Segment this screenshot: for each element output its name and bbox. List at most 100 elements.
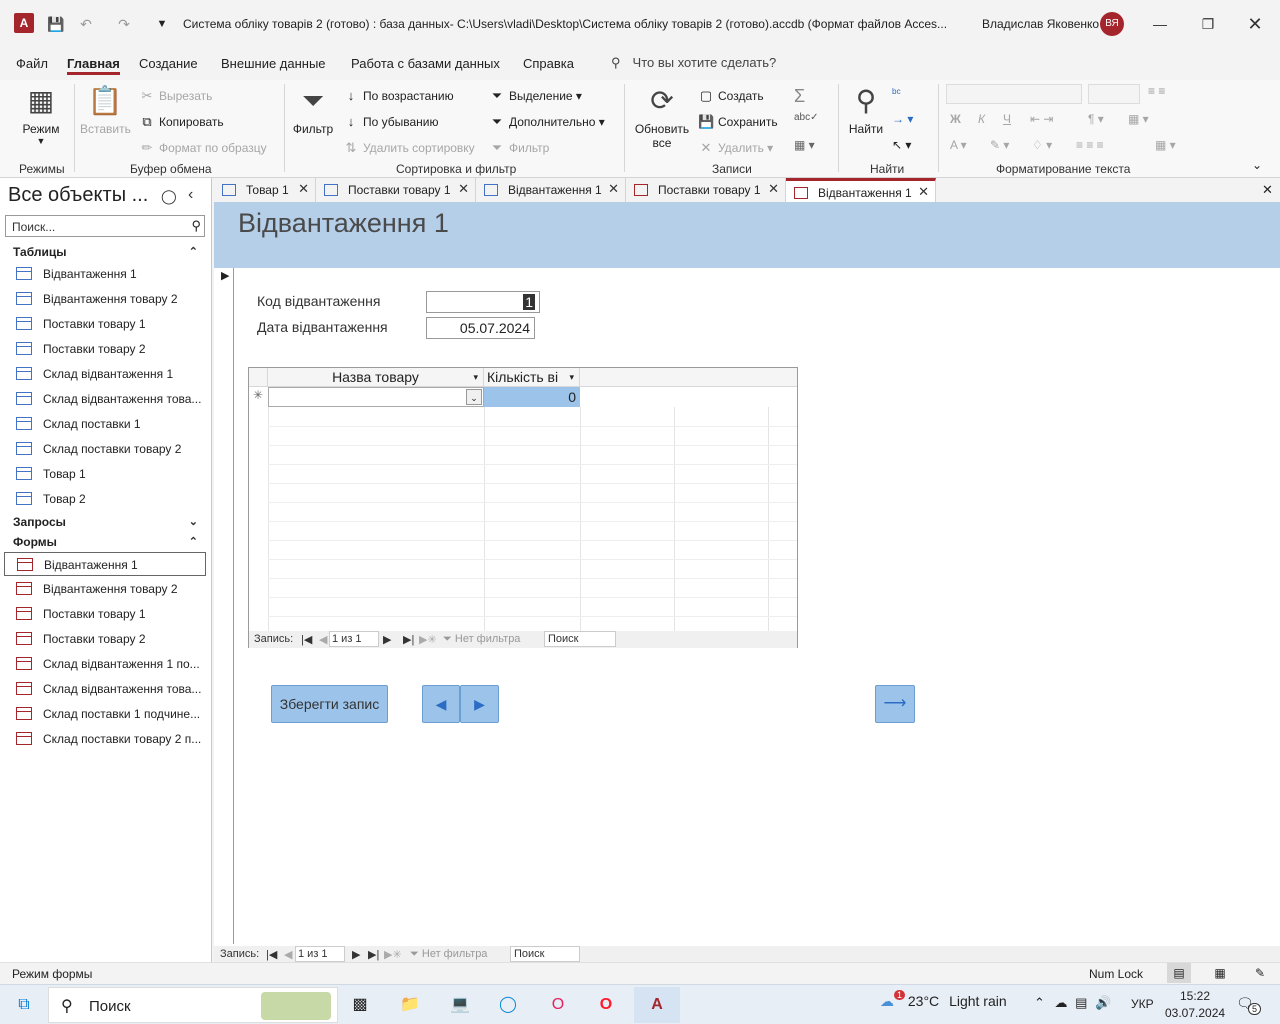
- filter-button[interactable]: ⏷ Фильтр: [290, 84, 336, 136]
- nav-table-item[interactable]: Склад відвантаження това...: [4, 387, 206, 411]
- nav-search-input[interactable]: Поиск... ⚲: [5, 215, 205, 237]
- weather-widget[interactable]: ☁ 1 23°C Light rain: [880, 990, 1007, 1017]
- filter-status[interactable]: ⏷ Нет фильтра: [410, 948, 487, 961]
- next-record-icon[interactable]: ▶: [383, 633, 391, 646]
- spelling-icon[interactable]: abc✓: [794, 112, 819, 123]
- close-tab-icon[interactable]: ✕: [768, 181, 779, 197]
- sort-ascending-button[interactable]: ↓ По возрастанию: [343, 88, 454, 103]
- nav-table-item[interactable]: Поставки товару 1: [4, 312, 206, 336]
- next-record-icon[interactable]: ▶: [352, 948, 360, 961]
- new-record-icon[interactable]: ▶✳: [384, 948, 402, 961]
- tab-create[interactable]: Создание: [139, 56, 198, 71]
- first-record-icon[interactable]: |◀: [266, 948, 277, 961]
- nav-table-item[interactable]: Склад відвантаження 1: [4, 362, 206, 386]
- edge-icon[interactable]: ◯: [494, 991, 522, 1019]
- redo-icon[interactable]: ↷: [114, 14, 134, 34]
- paragraph-icon[interactable]: ¶ ▾: [1088, 112, 1104, 126]
- qty-cell[interactable]: 0: [484, 387, 580, 407]
- close-form-button[interactable]: ⟶: [875, 685, 915, 723]
- nav-group-tables[interactable]: Таблицы ⌃: [13, 245, 198, 259]
- collapse-nav-icon[interactable]: ‹: [188, 186, 193, 204]
- clock-date[interactable]: 03.07.2024: [1165, 1006, 1225, 1020]
- tab-database-tools[interactable]: Работа с базами данных: [351, 56, 500, 71]
- filter-status[interactable]: ⏷ Нет фильтра: [443, 633, 520, 646]
- opera-icon[interactable]: O: [592, 991, 620, 1019]
- close-tab-icon[interactable]: ✕: [458, 181, 469, 197]
- find-button[interactable]: ⚲ Найти: [844, 84, 888, 136]
- doc-tab[interactable]: Відвантаження 1 ✕: [786, 178, 936, 202]
- select-all-corner[interactable]: [249, 368, 268, 387]
- font-name-select[interactable]: [946, 84, 1082, 104]
- close-all-tabs-icon[interactable]: ✕: [1262, 182, 1273, 198]
- delete-record-button[interactable]: ✕ Удалить ▾: [698, 140, 774, 156]
- indent-icon[interactable]: ⇤ ⇥: [1030, 112, 1053, 126]
- code-field[interactable]: 1: [426, 291, 540, 313]
- task-view-icon[interactable]: ▩: [346, 991, 374, 1019]
- nav-pane-header[interactable]: Все объекты ...: [8, 184, 148, 207]
- new-record-icon[interactable]: ▶✳: [419, 633, 437, 646]
- nav-form-item[interactable]: Поставки товару 2: [4, 627, 206, 651]
- nav-table-item[interactable]: Склад поставки товару 2: [4, 437, 206, 461]
- nav-table-item[interactable]: Поставки товару 2: [4, 337, 206, 361]
- record-selector[interactable]: ▶: [216, 268, 234, 944]
- new-record-button[interactable]: ▢ Создать: [698, 88, 764, 104]
- avatar[interactable]: ВЯ: [1100, 12, 1124, 36]
- doc-tab[interactable]: Поставки товару 1 ✕: [316, 178, 476, 202]
- close-tab-icon[interactable]: ✕: [918, 184, 929, 200]
- column-header-qty[interactable]: Кількість ві ▾: [484, 368, 580, 387]
- column-header-product[interactable]: Назва товару ▾: [268, 368, 484, 387]
- nav-dropdown-icon[interactable]: ◯: [161, 188, 177, 205]
- undo-icon[interactable]: ↶: [76, 14, 96, 34]
- nav-table-item[interactable]: Відвантаження 1: [4, 262, 206, 286]
- alt-row-color-icon[interactable]: ▦ ▾: [1155, 138, 1176, 152]
- file-explorer-icon[interactable]: 📁: [396, 991, 424, 1019]
- computer-icon[interactable]: 💻: [446, 991, 474, 1019]
- save-icon[interactable]: 💾: [46, 14, 66, 34]
- select-icon[interactable]: ↖ ▾: [892, 138, 911, 152]
- minimize-icon[interactable]: —: [1145, 10, 1175, 38]
- paste-button[interactable]: 📋 Вставить: [80, 84, 131, 136]
- advanced-button[interactable]: ⏷ Дополнительно ▾: [489, 114, 605, 130]
- tab-home[interactable]: Главная: [67, 56, 120, 75]
- date-field[interactable]: 05.07.2024: [426, 317, 535, 339]
- last-record-icon[interactable]: ▶|: [403, 633, 414, 646]
- selection-button[interactable]: ⏷ Выделение ▾: [489, 88, 582, 104]
- nav-form-item[interactable]: Склад поставки 1 подчине...: [4, 702, 206, 726]
- prev-record-button[interactable]: ◀: [422, 685, 460, 723]
- restore-icon[interactable]: ❐: [1193, 10, 1223, 38]
- language-indicator[interactable]: УКР: [1131, 997, 1154, 1011]
- copy-button[interactable]: ⧉ Копировать: [139, 114, 223, 130]
- taskbar-search[interactable]: ⚲ Поиск: [48, 987, 338, 1023]
- nav-table-item[interactable]: Відвантаження товару 2: [4, 287, 206, 311]
- fill-color-icon[interactable]: ♢ ▾: [1032, 138, 1052, 152]
- doc-tab[interactable]: Товар 1 ✕: [214, 178, 316, 202]
- tell-me-search[interactable]: ⚲ Что вы хотите сделать?: [611, 55, 776, 71]
- form-position-field[interactable]: 1 из 1: [295, 946, 345, 962]
- prev-record-icon[interactable]: ◀: [319, 633, 327, 646]
- align-icons[interactable]: ≡ ≡ ≡: [1076, 138, 1104, 152]
- nav-table-item[interactable]: Товар 2: [4, 487, 206, 511]
- remove-sort-button[interactable]: ⇅ Удалить сортировку: [343, 140, 475, 156]
- nav-form-item[interactable]: Склад відвантаження 1 по...: [4, 652, 206, 676]
- design-view-icon[interactable]: ✎: [1250, 963, 1270, 983]
- nav-form-item[interactable]: Склад відвантаження това...: [4, 677, 206, 701]
- save-record-form-button[interactable]: Зберегти запис: [271, 685, 388, 723]
- refresh-all-button[interactable]: ⟳ Обновить все: [632, 84, 692, 150]
- underline-button[interactable]: Ч: [1003, 112, 1011, 126]
- form-search-field[interactable]: Поиск: [510, 946, 580, 962]
- opera-gx-icon[interactable]: O: [544, 991, 572, 1019]
- product-combobox[interactable]: ⌄: [268, 387, 484, 407]
- datasheet-view-icon[interactable]: ▦: [1210, 963, 1230, 983]
- italic-button[interactable]: К: [978, 112, 985, 126]
- nav-table-item[interactable]: Товар 1: [4, 462, 206, 486]
- close-window-icon[interactable]: ✕: [1240, 10, 1270, 38]
- first-record-icon[interactable]: |◀: [301, 633, 312, 646]
- cut-button[interactable]: ✂ Вырезать: [139, 88, 213, 104]
- last-record-icon[interactable]: ▶|: [368, 948, 379, 961]
- clock-time[interactable]: 15:22: [1180, 989, 1210, 1003]
- collapse-ribbon-icon[interactable]: ⌄: [1252, 158, 1262, 172]
- close-tab-icon[interactable]: ✕: [608, 181, 619, 197]
- view-mode-button[interactable]: ▦ Режим ▼: [18, 84, 64, 146]
- goto-icon[interactable]: → ▾: [892, 112, 913, 126]
- tab-file[interactable]: Файл: [16, 56, 48, 71]
